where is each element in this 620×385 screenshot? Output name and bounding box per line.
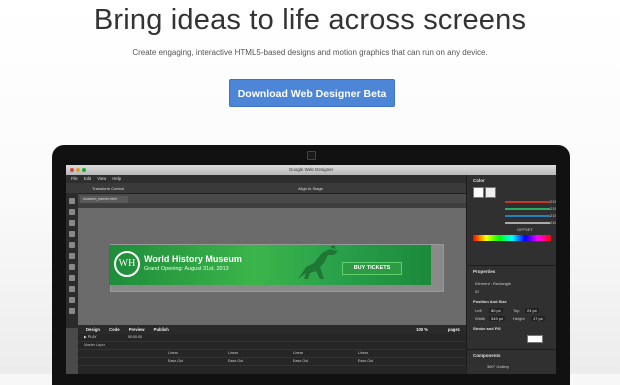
divider [467,265,556,266]
element-type-label: Element : Rectangle [475,281,512,286]
download-button[interactable]: Download Web Designer Beta [229,79,395,107]
buy-tickets-button[interactable]: BUY TICKETS [342,262,402,275]
view-mode-bar: Design Code Preview Publish 100 % page1 [78,325,466,334]
components-section-title: Components [473,353,501,358]
color-slider[interactable] [505,208,550,210]
left-field[interactable]: 80 px [489,308,503,313]
width-field[interactable]: 349 px [489,316,506,321]
properties-section-title: Properties [473,269,496,274]
position-size-title: Position And Size [473,299,507,304]
offset-label: OFFSET [517,227,533,232]
3d-rotate-tool-icon[interactable] [69,220,75,226]
color-tool-icon[interactable] [69,286,75,292]
color-slider[interactable] [505,215,550,217]
museum-logo: WH [114,251,140,277]
ease-label: Linear [228,351,238,355]
publish-tab[interactable]: Publish [154,325,169,334]
fill-color-swatch[interactable] [527,335,543,343]
tag-tool-icon[interactable] [69,231,75,237]
text-tool-icon[interactable] [69,242,75,248]
top-label: Top [513,308,520,313]
transform-control-label[interactable]: Transform Control [92,186,124,191]
ease-label: Ease-Out [168,359,184,363]
color-slider[interactable] [505,201,550,203]
zoom-level[interactable]: 100 % [416,325,428,334]
preview-tab[interactable]: Preview [129,325,145,334]
hero-title: Bring ideas to life across screens [93,4,527,36]
fill-swatch[interactable] [473,187,484,198]
master-layer-row[interactable]: Master Layer [78,342,466,350]
hand-tool-icon[interactable] [69,297,75,303]
color-value: 215 [550,220,556,225]
document-tab[interactable]: museum_banner.html [80,196,128,203]
pen-tool-icon[interactable] [69,253,75,259]
color-value: 215 [550,199,556,204]
fill-tool-icon[interactable] [69,275,75,281]
transform-tool-icon[interactable] [69,209,75,215]
timecode: 00:00.00 [128,335,142,339]
shape-tool-icon[interactable] [69,264,75,270]
timeline-layer-row[interactable]: Linear Linear Linear Linear [78,350,466,358]
properties-panel: Color 215 215 215 215 OFFSET Properties … [466,175,556,374]
menu-view[interactable]: View [97,175,106,183]
page-selector[interactable]: page1 [448,325,460,334]
hue-spectrum[interactable] [473,235,551,241]
select-tool-icon[interactable] [69,198,75,204]
component-item[interactable]: 360° Gallery [487,364,509,369]
left-label: Left [475,308,482,313]
stroke-swatch[interactable] [485,187,496,198]
window-titlebar: Google Web Designer [66,165,556,175]
ease-label: Ease-Out [358,359,374,363]
color-value: 215 [550,206,556,211]
code-tab[interactable]: Code [109,325,119,334]
dinosaur-skeleton-icon [298,245,338,279]
top-field[interactable]: 24 px [525,308,539,313]
color-value: 215 [550,213,556,218]
stroke-fill-title: Stroke and Fill [473,326,501,331]
menu-help[interactable]: Help [112,175,121,183]
color-section-title: Color [473,178,485,183]
app-screen: Google Web Designer File Edit View Help … [66,165,556,374]
banner-title: World History Museum [144,254,242,264]
ease-label: Linear [293,351,303,355]
camera-icon [307,151,316,160]
window-title: Google Web Designer [288,167,334,172]
banner-subtitle: Grand Opening: August 31st, 2013 [144,266,229,272]
color-slider[interactable] [505,222,550,224]
toolbar: Transform Control Align to Stage [66,183,466,194]
width-label: Width [475,316,486,321]
timeline-layer-row[interactable]: Ease-Out Ease-Out Ease-Out Ease-Out [78,358,466,366]
ease-label: Ease-Out [228,359,244,363]
menu-edit[interactable]: Edit [84,175,91,183]
ease-label: Linear [358,351,368,355]
align-to-stage-label[interactable]: Align to Stage [298,186,323,191]
height-field[interactable]: 17 px [531,316,545,321]
ease-label: Linear [168,351,178,355]
id-label: ID [475,289,479,294]
zoom-tool-icon[interactable] [69,308,75,314]
play-button[interactable]: ▶ PLAY [84,334,97,341]
master-layer-label: Master Layer [84,343,105,347]
hero-subtitle: Create engaging, interactive HTML5-based… [132,48,488,57]
timeline-header: ▶ PLAY 00:00.00 [78,334,466,342]
ease-label: Ease-Out [293,359,309,363]
divider [467,349,556,350]
design-tab[interactable]: Design [86,325,100,334]
height-label: Height [513,316,525,321]
tool-palette [66,193,78,328]
timeline-panel: ▶ PLAY 00:00.00 Master Layer Linear Line… [78,334,466,374]
menu-file[interactable]: File [71,175,78,183]
